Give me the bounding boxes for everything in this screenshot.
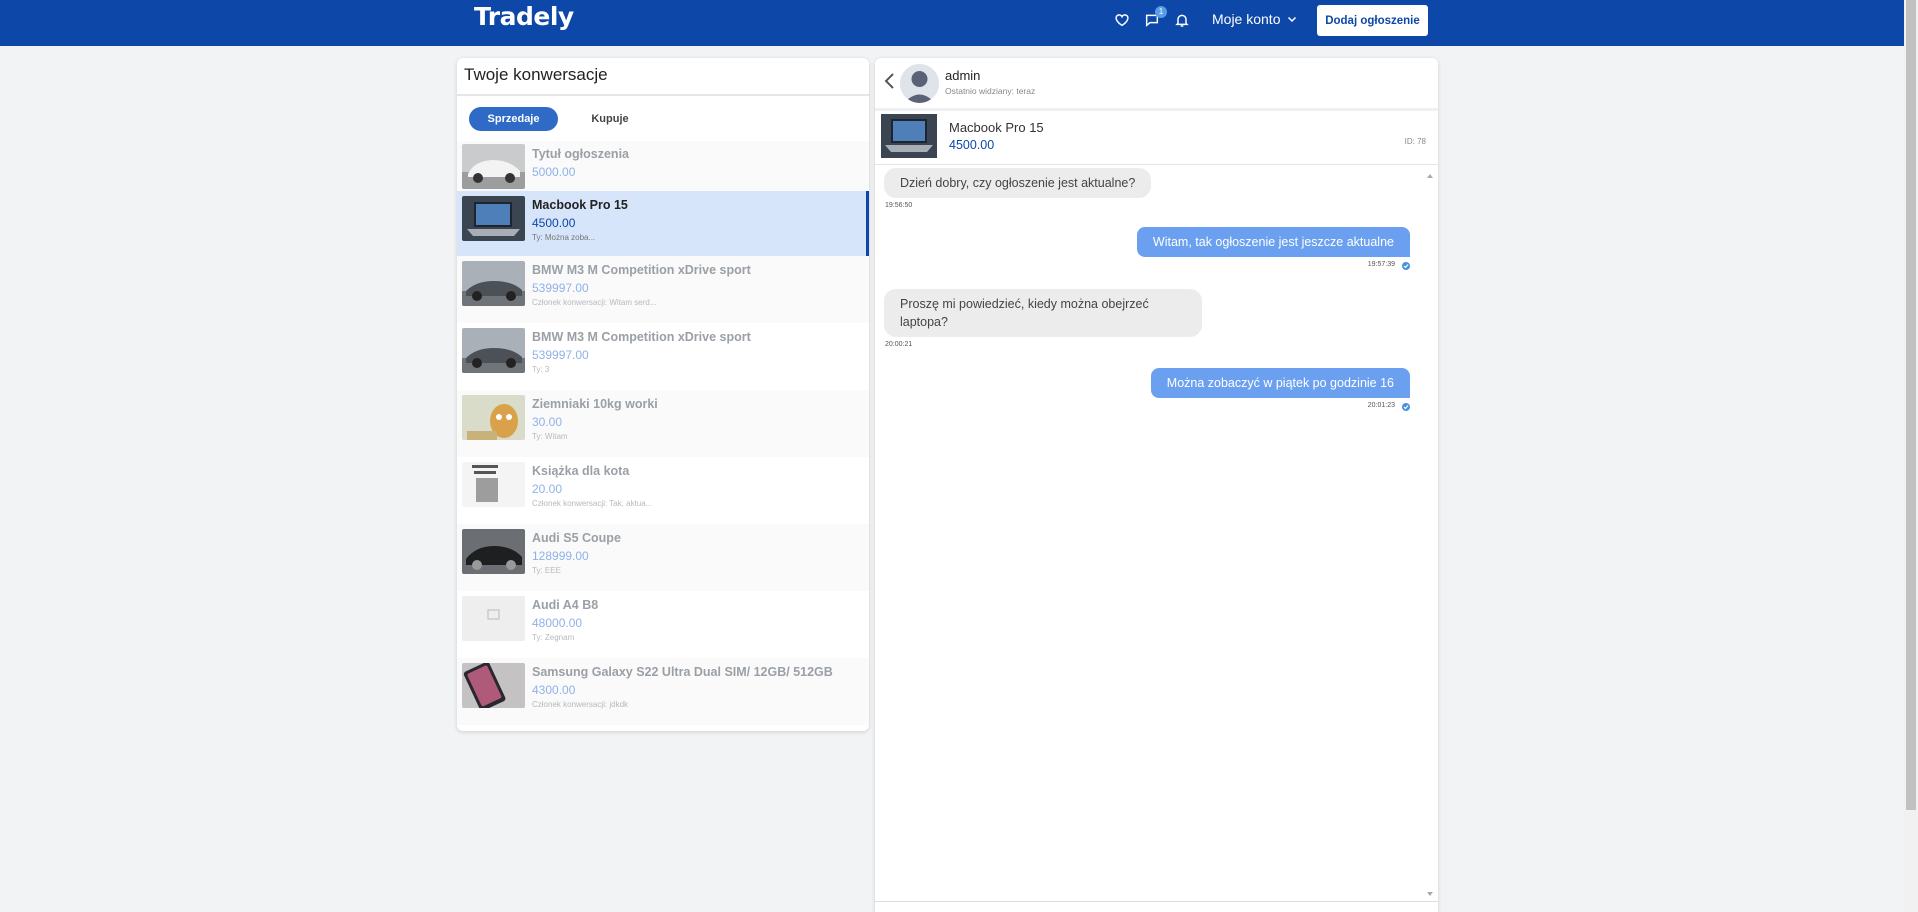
conversation-last-message: Ty: EEE bbox=[532, 566, 561, 575]
tab-selling[interactable]: Sprzedaje bbox=[469, 107, 558, 131]
listing-thumbnail-placeholder bbox=[462, 596, 525, 641]
conversation-item[interactable]: Samsung Galaxy S22 Ultra Dual SIM/ 12GB/… bbox=[457, 658, 869, 725]
listing-thumbnail bbox=[462, 328, 525, 373]
bell-icon[interactable] bbox=[1172, 10, 1192, 30]
conversation-last-message: Członek konwersacji: Witam serd... bbox=[532, 298, 657, 307]
listing-title: Macbook Pro 15 bbox=[949, 120, 1044, 135]
messages-icon[interactable]: 1 bbox=[1142, 6, 1167, 30]
account-label: Moje konto bbox=[1212, 11, 1281, 27]
scrollbar-thumb[interactable] bbox=[1906, 0, 1916, 810]
back-arrow-icon[interactable] bbox=[883, 72, 897, 90]
message-time: 20:01:23 bbox=[1367, 402, 1395, 409]
heart-icon[interactable] bbox=[1112, 10, 1132, 30]
conversation-price: 30.00 bbox=[532, 415, 563, 429]
chat-panel: admin Ostatnio widziany: teraz Macbook P… bbox=[875, 58, 1438, 912]
message-incoming: Dzień dobry, czy ogłoszenie jest aktualn… bbox=[884, 168, 1152, 198]
account-menu[interactable]: Moje konto bbox=[1212, 11, 1298, 27]
conversation-price: 48000.00 bbox=[532, 616, 583, 630]
chat-username[interactable]: admin bbox=[945, 68, 980, 83]
user-avatar bbox=[900, 64, 939, 103]
conversation-price: 539997.00 bbox=[532, 348, 589, 362]
conversation-item[interactable]: Audi S5 Coupe 128999.00 Ty: EEE bbox=[457, 524, 869, 591]
top-navbar: Tradely 1 Moje konto Dodaj ogłoszenie bbox=[0, 0, 1904, 46]
listing-thumbnail bbox=[462, 462, 525, 507]
conversation-last-message: Ty: 3 bbox=[532, 365, 550, 374]
read-check-icon bbox=[1402, 403, 1410, 411]
conversation-last-message: Ty: Można zoba... bbox=[532, 233, 596, 242]
conversation-last-message: Ty: Zegnam bbox=[532, 633, 575, 642]
conversation-title: BMW M3 M Competition xDrive sport bbox=[532, 263, 751, 277]
conversation-item[interactable]: Ziemniaki 10kg worki 30.00 Ty: Witam bbox=[457, 390, 869, 457]
conversation-price: 5000.00 bbox=[532, 165, 576, 179]
conversation-title: Tytuł ogłoszenia bbox=[532, 147, 629, 161]
conversation-title: Macbook Pro 15 bbox=[532, 198, 628, 212]
read-check-icon bbox=[1402, 262, 1410, 270]
conversation-last-message: Członek konwersacji: Tak, aktua... bbox=[532, 499, 653, 508]
chat-listing-card[interactable]: Macbook Pro 15 4500.00 ID: 78 bbox=[875, 111, 1438, 165]
listing-thumbnail bbox=[462, 529, 525, 574]
conversation-last-message: Członek konwersacji: jdkdk bbox=[532, 700, 629, 709]
listing-thumbnail bbox=[462, 144, 525, 189]
listing-price: 4500.00 bbox=[949, 138, 995, 152]
message-incoming: Proszę mi powiedzieć, kiedy można obejrz… bbox=[884, 289, 1202, 337]
conversation-item-selected[interactable]: Macbook Pro 15 4500.00 Ty: Można zoba... bbox=[457, 191, 869, 256]
last-seen-status: Ostatnio widziany: teraz bbox=[945, 86, 1036, 96]
conversation-title: Ziemniaki 10kg worki bbox=[532, 397, 658, 411]
panel-title: Twoje konwersacje bbox=[464, 65, 608, 84]
conversation-item[interactable]: BMW M3 M Competition xDrive sport 539997… bbox=[457, 323, 869, 390]
conversation-title: Książka dla kota bbox=[532, 464, 630, 478]
conversation-title: BMW M3 M Competition xDrive sport bbox=[532, 330, 751, 344]
listing-id: ID: 78 bbox=[1404, 137, 1426, 146]
listing-thumbnail bbox=[462, 395, 525, 440]
message-time: 20:00:21 bbox=[885, 341, 913, 348]
tab-buying[interactable]: Kupuje bbox=[575, 107, 645, 131]
conversation-list: Tytuł ogłoszenia 5000.00 Macbook Pro 15 … bbox=[457, 141, 869, 725]
messages-badge: 1 bbox=[1155, 6, 1167, 18]
divider bbox=[875, 901, 1438, 902]
conversation-price: 4500.00 bbox=[532, 216, 576, 230]
conversation-price: 539997.00 bbox=[532, 281, 589, 295]
conversation-title: Samsung Galaxy S22 Ultra Dual SIM/ 12GB/… bbox=[532, 665, 833, 679]
conversation-title: Audi A4 B8 bbox=[532, 598, 599, 612]
brand-logo[interactable]: Tradely bbox=[474, 2, 574, 31]
message-outgoing: Witam, tak ogłoszenie jest jeszcze aktua… bbox=[1136, 227, 1410, 257]
message-time: 19:57:39 bbox=[1367, 261, 1395, 268]
conversation-item[interactable]: Książka dla kota 20.00 Członek konwersac… bbox=[457, 457, 869, 524]
conversation-last-message: Ty: Witam bbox=[532, 432, 568, 441]
chat-scroll-down-icon[interactable] bbox=[1427, 892, 1433, 896]
conversations-panel: Twoje konwersacje Sprzedaje Kupuje Tytuł… bbox=[457, 58, 869, 731]
message-list: Dzień dobry, czy ogłoszenie jest aktualn… bbox=[875, 166, 1438, 896]
conversation-price: 128999.00 bbox=[532, 549, 589, 563]
conversation-item[interactable]: Tytuł ogłoszenia 5000.00 bbox=[457, 141, 869, 191]
add-listing-button[interactable]: Dodaj ogłoszenie bbox=[1317, 5, 1428, 36]
listing-thumbnail bbox=[462, 663, 525, 708]
message-outgoing: Można zobaczyć w piątek po godzinie 16 bbox=[1150, 368, 1410, 398]
listing-thumbnail bbox=[881, 114, 937, 158]
conversation-price: 4300.00 bbox=[532, 683, 576, 697]
conversation-item[interactable]: Audi A4 B8 48000.00 Ty: Zegnam bbox=[457, 591, 869, 658]
conversation-title: Audi S5 Coupe bbox=[532, 531, 621, 545]
message-time: 19:56:50 bbox=[885, 202, 913, 209]
chevron-down-icon bbox=[1288, 16, 1297, 23]
divider bbox=[457, 94, 869, 96]
conversation-price: 20.00 bbox=[532, 482, 563, 496]
listing-thumbnail bbox=[462, 196, 525, 241]
conversation-item[interactable]: BMW M3 M Competition xDrive sport 539997… bbox=[457, 256, 869, 323]
listing-thumbnail bbox=[462, 261, 525, 306]
page-scrollbar[interactable] bbox=[1904, 0, 1918, 912]
